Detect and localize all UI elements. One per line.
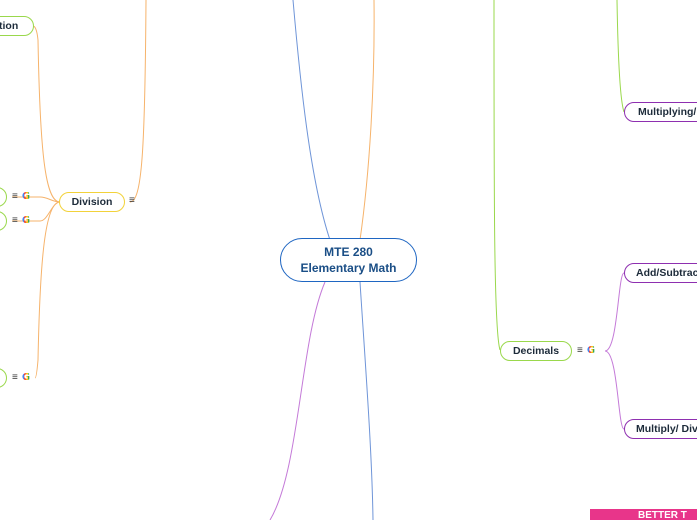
edge-center-bottom-purple [269,281,326,520]
partial-topic-label: tion [0,20,19,32]
left-stub-b-icons: ≡ G [12,215,30,226]
partial-topic-node-top-left[interactable]: tion [0,16,34,36]
edge-division-child-b [39,201,61,222]
division-label: Division [71,196,113,208]
edge-decimals-up [493,0,501,351]
google-search-icon[interactable]: G [22,215,30,226]
edge-decimals-multiply-divide [604,350,625,430]
decimals-topic-node[interactable]: Decimals [500,341,572,361]
promo-banner[interactable]: BETTER T [590,509,697,520]
multiply-divide-topic-node[interactable]: Multiply/ Div [624,419,697,439]
central-topic-node[interactable]: MTE 280 Elementary Math [280,238,417,282]
add-subtract-label: Add/Subtrac [636,267,697,279]
central-topic-line1: MTE 280 [324,245,373,259]
notes-menu-icon[interactable]: ≡ [12,372,18,383]
multiply-divide-label: Multiply/ Div [636,423,697,435]
google-search-icon[interactable]: G [587,345,595,356]
central-topic-line2: Elementary Math [300,261,397,275]
edge-center-top-blue [292,0,331,241]
multiplying-topic-node[interactable]: Multiplying/ [624,102,697,122]
edge-decimals-add-subtract [604,272,625,352]
edge-multiplying-up [616,0,625,113]
edge-division-child-top [32,25,61,203]
notes-menu-icon[interactable]: ≡ [577,345,583,356]
division-icons: ≡ [129,196,135,206]
google-search-icon[interactable]: G [22,191,30,202]
notes-menu-icon[interactable]: ≡ [12,215,18,226]
edge-division-child-a [39,196,61,203]
multiplying-label: Multiplying/ [638,106,697,118]
edge-division-up [129,0,147,203]
add-subtract-topic-node[interactable]: Add/Subtrac [624,263,697,283]
google-search-icon[interactable]: G [22,372,30,383]
promo-banner-text: BETTER T [638,510,687,520]
notes-menu-icon[interactable]: ≡ [12,191,18,202]
left-stub-a-icons: ≡ G [12,191,30,202]
left-stub-c-icons: ≡ G [12,372,30,383]
decimals-label: Decimals [512,345,560,357]
edge-center-bottom-blue [359,281,374,520]
mind-map-canvas[interactable]: MTE 280 Elementary Math tion ≡ G ≡ G ≡ G… [0,0,697,520]
notes-menu-icon[interactable]: ≡ [129,196,135,206]
division-topic-node[interactable]: Division [59,192,125,212]
edge-division-child-c [34,201,61,379]
decimals-icons: ≡ G [577,345,595,356]
edge-center-top-orange [359,0,375,241]
